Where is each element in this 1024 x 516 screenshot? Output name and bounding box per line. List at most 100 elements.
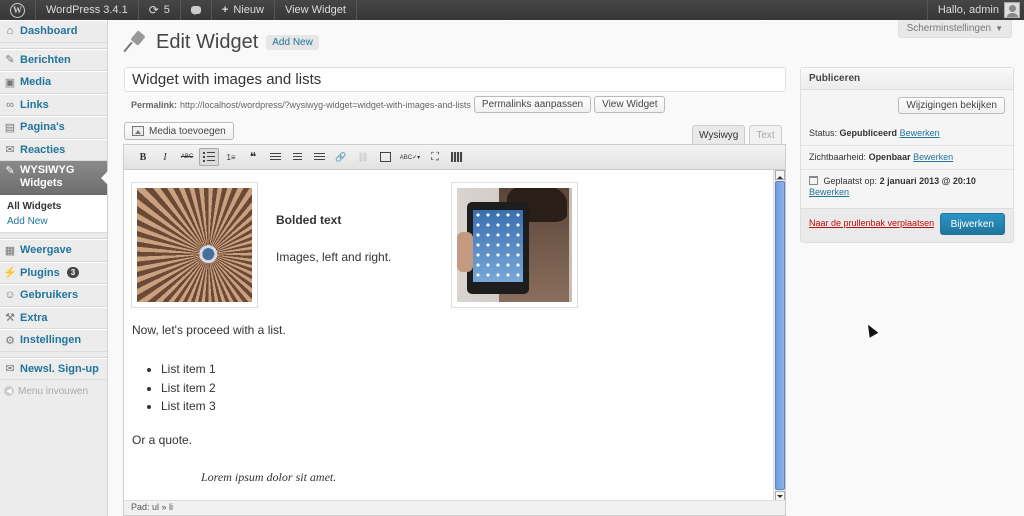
- visibility-label: Zichtbaarheid:: [809, 152, 867, 162]
- preview-changes-button[interactable]: Wijzigingen bekijken: [898, 97, 1005, 114]
- align-left-button[interactable]: [265, 148, 285, 166]
- new-content-menu[interactable]: + Nieuw: [212, 0, 275, 20]
- tab-wysiwyg[interactable]: Wysiwyg: [692, 125, 746, 144]
- bullet-list-button[interactable]: [199, 148, 219, 166]
- comment-bubble-icon: [190, 6, 201, 15]
- divider: [801, 145, 1013, 146]
- calendar-icon: [809, 176, 818, 185]
- widgets-submenu: All Widgets Add New: [0, 195, 107, 233]
- insert-link-button[interactable]: 🔗: [331, 148, 351, 166]
- publish-box-header[interactable]: Publiceren: [801, 68, 1013, 90]
- sidebar-item-label: Berichten: [20, 53, 71, 66]
- edit-status-link[interactable]: Bewerken: [900, 128, 940, 138]
- collapse-label: Menu invouwen: [18, 385, 89, 397]
- blockquote-button[interactable]: ❝: [243, 148, 263, 166]
- editor-path-bar: Pad: ul » li: [124, 500, 785, 515]
- editor-content[interactable]: Bolded text Images, left and right. Now,…: [124, 170, 773, 501]
- pages-icon: ▤: [4, 121, 16, 134]
- edit-date-link[interactable]: Bewerken: [809, 187, 849, 197]
- bold-button[interactable]: B: [133, 148, 153, 166]
- sidebar-item-wysiwyg-widgets[interactable]: ✎ WYSIWYG Widgets: [0, 161, 108, 195]
- numbered-list-button[interactable]: 1≡: [221, 148, 241, 166]
- sidebar-item-links[interactable]: ∞ Links: [0, 93, 107, 116]
- sidebar-item-plugins[interactable]: ⚡ Plugins 3: [0, 261, 107, 284]
- ipad-image[interactable]: [451, 182, 578, 308]
- sidebar-item-newsletter-signup[interactable]: ✉ Newsl. Sign-up: [0, 357, 107, 380]
- wp-logo-menu[interactable]: W: [0, 0, 36, 20]
- turntable-image[interactable]: [131, 182, 258, 308]
- greeting-label: Hallo, admin: [937, 4, 999, 16]
- comments-icon: ✉: [5, 144, 15, 157]
- status-value: Gepubliceerd: [839, 128, 898, 138]
- post-title-input[interactable]: [124, 67, 786, 92]
- sidebar-item-label: Plugins: [20, 266, 60, 279]
- images-description: Images, left and right.: [276, 250, 392, 264]
- add-media-button[interactable]: Media toevoegen: [124, 122, 234, 140]
- submenu-item-all-widgets[interactable]: All Widgets: [0, 199, 107, 214]
- update-button[interactable]: Bijwerken: [939, 213, 1005, 235]
- admin-sidebar: ⌂ Dashboard ✎ Berichten ▣ Media ∞ Links …: [0, 20, 108, 516]
- sidebar-item-paginas[interactable]: ▤ Pagina's: [0, 116, 107, 139]
- sidebar-item-berichten[interactable]: ✎ Berichten: [0, 48, 107, 71]
- sidebar-item-reacties[interactable]: ✉ Reacties: [0, 138, 107, 161]
- users-icon: ☺: [4, 289, 16, 302]
- add-media-label: Media toevoegen: [149, 125, 226, 137]
- italic-button[interactable]: I: [155, 148, 175, 166]
- scroll-up-arrow-icon[interactable]: [775, 170, 785, 180]
- kitchen-sink-button[interactable]: [447, 148, 467, 166]
- edit-permalinks-button[interactable]: Permalinks aanpassen: [473, 96, 592, 113]
- comments-link[interactable]: [181, 0, 212, 20]
- edit-visibility-link[interactable]: Bewerken: [913, 152, 953, 162]
- align-right-button[interactable]: [309, 148, 329, 166]
- scrollbar-thumb[interactable]: [775, 181, 785, 490]
- ipad-photo: [457, 188, 572, 302]
- my-account-menu[interactable]: Hallo, admin: [926, 0, 1024, 20]
- sidebar-item-dashboard[interactable]: ⌂ Dashboard: [0, 20, 107, 43]
- page-title: Edit Widget: [156, 30, 259, 53]
- post-status-row: Status: Gepubliceerd Bewerken: [809, 128, 1007, 139]
- kitchen-sink-icon: [451, 152, 463, 162]
- media-icon: ▣: [4, 76, 16, 89]
- view-widget-button[interactable]: View Widget: [594, 96, 666, 113]
- view-widget-link[interactable]: View Widget: [275, 0, 357, 20]
- fullscreen-button[interactable]: ⛶: [425, 148, 445, 166]
- plugins-icon: ⚡: [3, 267, 17, 280]
- move-to-trash-link[interactable]: Naar de prullenbak verplaatsen: [809, 218, 934, 228]
- editor-scrollbar[interactable]: [773, 170, 785, 501]
- sidebar-item-label: Extra: [20, 311, 48, 324]
- blockquote: Lorem ipsum dolor sit amet.: [201, 470, 337, 484]
- mouse-pointer-icon: [863, 322, 879, 338]
- collapse-menu-button[interactable]: ◀ Menu invouwen: [0, 380, 107, 403]
- status-label: Status:: [809, 128, 838, 138]
- more-tag-button[interactable]: [375, 148, 395, 166]
- tab-text[interactable]: Text: [749, 125, 782, 144]
- turntable-photo: [137, 188, 252, 302]
- sidebar-item-label: Links: [20, 98, 49, 111]
- spellcheck-button[interactable]: ABC✓▾: [397, 148, 423, 166]
- sidebar-item-extra[interactable]: ⚒ Extra: [0, 306, 107, 329]
- divider: [801, 169, 1013, 170]
- tools-icon: ⚒: [5, 312, 15, 325]
- submenu-item-add-new[interactable]: Add New: [0, 214, 107, 229]
- unlink-button[interactable]: ⛓: [353, 148, 373, 166]
- sidebar-item-label: Reacties: [20, 143, 66, 156]
- sidebar-item-weergave[interactable]: ▦ Weergave: [0, 239, 107, 262]
- screen-options-toggle[interactable]: Scherminstellingen ▼: [897, 20, 1012, 38]
- align-center-button[interactable]: [287, 148, 307, 166]
- site-name-link[interactable]: WordPress 3.4.1: [36, 0, 139, 20]
- sidebar-item-gebruikers[interactable]: ☺ Gebruikers: [0, 284, 107, 307]
- align-left-icon: [269, 152, 281, 162]
- sidebar-item-instellingen[interactable]: ⚙ Instellingen: [0, 329, 107, 352]
- strikethrough-button[interactable]: ABC: [177, 148, 197, 166]
- date-value: 2 januari 2013 @ 20:10: [879, 176, 976, 186]
- updates-link[interactable]: ⟳ 5: [139, 0, 181, 20]
- date-label: Geplaatst op:: [823, 176, 878, 186]
- content-editor: B I ABC 1≡ ❝ 🔗 ⛓ ABC✓▾ ⛶ Bolded text Ima…: [123, 144, 786, 516]
- bullet-list: List item 1 List item 2 List item 3: [144, 360, 216, 416]
- sidebar-item-label: Gebruikers: [20, 289, 79, 302]
- add-new-button[interactable]: Add New: [266, 34, 319, 50]
- sidebar-item-media[interactable]: ▣ Media: [0, 71, 107, 94]
- site-name-label: WordPress 3.4.1: [46, 4, 128, 16]
- permalink-label: Permalink:: [131, 99, 178, 110]
- list-item: List item 3: [161, 397, 216, 416]
